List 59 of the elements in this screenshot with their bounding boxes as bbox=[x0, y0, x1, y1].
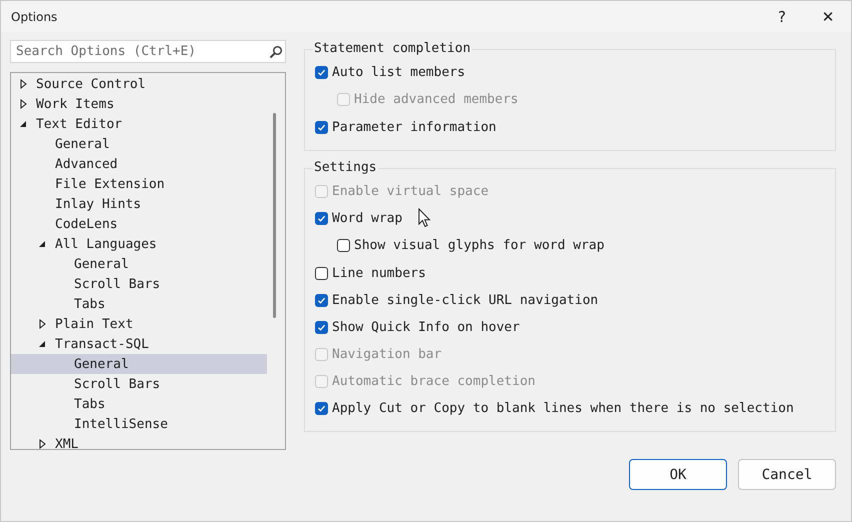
dialog-button[interactable]: OK bbox=[629, 459, 727, 490]
tree-item[interactable]: Advanced bbox=[11, 154, 267, 174]
tree-item[interactable]: All Languages bbox=[11, 234, 267, 254]
tree-item[interactable]: Plain Text bbox=[11, 314, 267, 334]
checkbox[interactable] bbox=[315, 212, 328, 224]
checkbox[interactable] bbox=[315, 294, 328, 306]
checkbox-label[interactable]: Line numbers bbox=[332, 266, 426, 280]
checkbox[interactable] bbox=[315, 120, 328, 134]
tree-item[interactable]: Tabs bbox=[11, 294, 267, 314]
window-title: Options bbox=[10, 10, 58, 24]
check-icon bbox=[317, 322, 326, 332]
group-title: Settings bbox=[313, 160, 378, 175]
tree-item[interactable]: Inlay Hints bbox=[11, 194, 267, 214]
tree-item[interactable]: XML bbox=[11, 434, 267, 449]
check-icon bbox=[317, 68, 326, 76]
expanded-triangle-icon[interactable] bbox=[19, 120, 27, 128]
checkbox-label[interactable]: Word wrap bbox=[332, 210, 402, 226]
checkbox[interactable] bbox=[315, 266, 328, 280]
checkbox[interactable] bbox=[315, 320, 328, 334]
search-icon bbox=[269, 44, 283, 58]
help-button[interactable]: ? bbox=[759, 1, 805, 32]
tree-item[interactable]: General bbox=[11, 134, 267, 154]
mouse-pointer-icon bbox=[418, 208, 431, 228]
search-field[interactable]: Search Options (Ctrl+E) bbox=[10, 40, 286, 63]
checkbox-label[interactable]: Auto list members bbox=[332, 64, 466, 80]
tree-item[interactable]: General bbox=[11, 354, 267, 374]
collapsed-triangle-icon[interactable] bbox=[20, 79, 26, 89]
dialog-button[interactable]: Cancel bbox=[738, 459, 836, 490]
tree-item[interactable]: CodeLens bbox=[11, 214, 267, 234]
collapsed-triangle-icon[interactable] bbox=[38, 319, 46, 329]
checkbox-label[interactable]: Parameter information bbox=[332, 120, 496, 134]
check-icon bbox=[317, 296, 326, 304]
checkbox[interactable] bbox=[315, 402, 328, 414]
checkbox-label[interactable]: Apply Cut or Copy to blank lines when there is no selection bbox=[332, 400, 794, 416]
checkbox-label[interactable]: Enable single-click URL navigation bbox=[332, 292, 598, 308]
expanded-triangle-icon[interactable] bbox=[38, 240, 46, 248]
check-icon bbox=[317, 404, 326, 412]
checkbox-label[interactable]: Show visual glyphs for word wrap bbox=[354, 238, 604, 252]
tree-item[interactable]: File Extension bbox=[11, 174, 267, 194]
tree-item[interactable]: Work Items bbox=[11, 94, 267, 114]
collapsed-triangle-icon[interactable] bbox=[38, 439, 46, 449]
tree-item[interactable]: Scroll Bars bbox=[11, 374, 267, 394]
check-icon bbox=[317, 122, 326, 132]
checkbox[interactable] bbox=[315, 66, 328, 78]
close-button[interactable]: ✕ bbox=[805, 1, 851, 32]
collapsed-triangle-icon[interactable] bbox=[20, 99, 26, 109]
checkbox[interactable] bbox=[337, 238, 350, 252]
tree-item[interactable]: IntelliSense bbox=[11, 414, 267, 434]
scrollbar-thumb[interactable] bbox=[273, 113, 276, 318]
expanded-triangle-icon[interactable] bbox=[38, 340, 46, 348]
group-title: Statement completion bbox=[313, 41, 472, 56]
tree-item[interactable]: Scroll Bars bbox=[11, 274, 267, 294]
tree-item[interactable]: General bbox=[11, 254, 267, 274]
tree-item[interactable]: Source Control bbox=[11, 74, 267, 94]
tree-item[interactable]: Transact-SQL bbox=[11, 334, 267, 354]
tree-item[interactable]: Tabs bbox=[11, 394, 267, 414]
check-icon bbox=[317, 214, 326, 222]
tree-item[interactable]: Text Editor bbox=[11, 114, 267, 134]
checkbox-label[interactable]: Show Quick Info on hover bbox=[332, 320, 520, 334]
